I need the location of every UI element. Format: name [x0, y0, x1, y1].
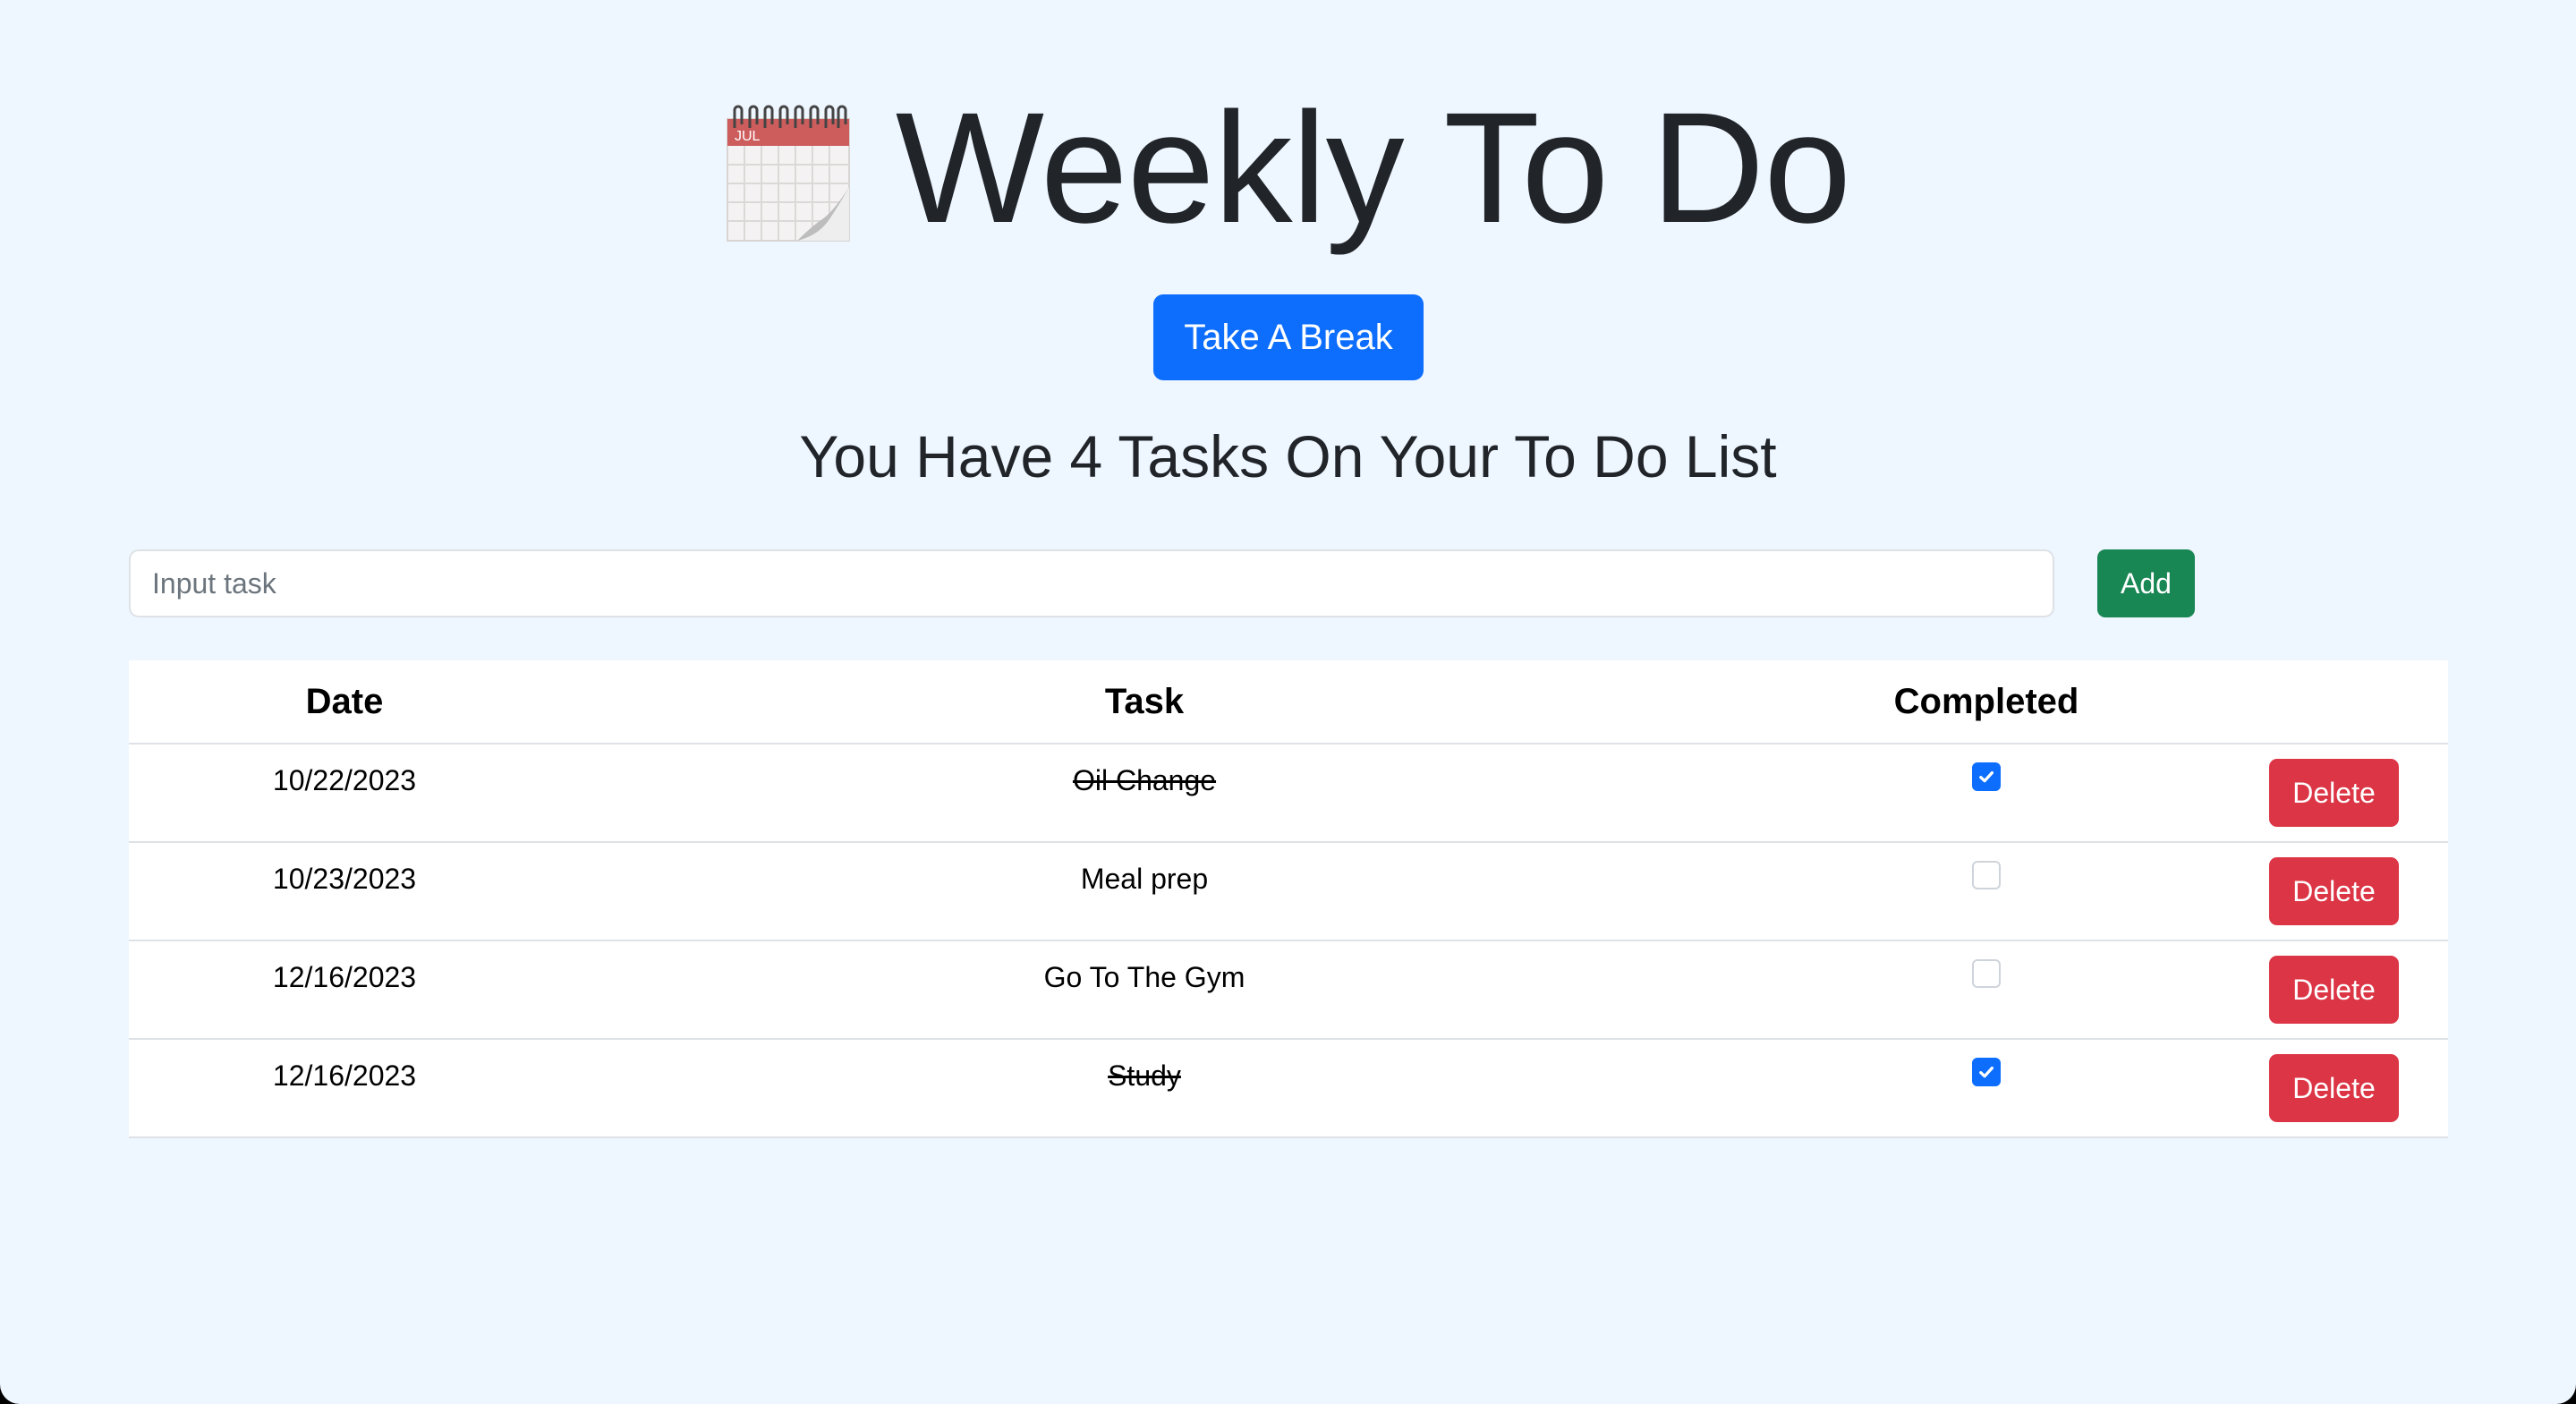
task-name: Oil Change [1072, 764, 1217, 796]
title-row: JUL Weekly To Do [0, 79, 2576, 258]
calendar-month-text: JUL [735, 129, 761, 144]
add-task-button[interactable]: Add [2097, 549, 2195, 617]
task-date: 10/22/2023 [272, 764, 417, 796]
task-table: Date Task Completed 10/22/2023 Oil Change… [129, 660, 2448, 1138]
column-header-task: Task [1104, 682, 1185, 721]
task-date: 12/16/2023 [272, 1059, 417, 1092]
delete-task-button[interactable]: Delete [2269, 759, 2399, 827]
delete-task-button[interactable]: Delete [2269, 956, 2399, 1024]
task-name: Study [1108, 1059, 1181, 1092]
completed-checkbox[interactable] [1972, 762, 2001, 791]
delete-task-button[interactable]: Delete [2269, 1054, 2399, 1122]
column-header-completed: Completed [1893, 682, 2079, 721]
row-divider [129, 1136, 2448, 1138]
page-title: Weekly To Do [895, 81, 1851, 256]
completed-checkbox[interactable] [1972, 959, 2001, 988]
delete-task-button[interactable]: Delete [2269, 857, 2399, 925]
completed-checkbox[interactable] [1972, 1058, 2001, 1086]
table-row: 10/22/2023 Oil Change Delete [129, 745, 2448, 843]
task-date: 10/23/2023 [272, 863, 417, 895]
task-input[interactable] [129, 549, 2054, 617]
calendar-icon: JUL [726, 101, 851, 243]
task-name: Meal prep [1080, 863, 1209, 895]
task-name: Go To The Gym [1043, 961, 1245, 993]
app-page: JUL Weekly To Do Take A Break You Have 4… [0, 0, 2576, 1404]
column-header-date: Date [305, 682, 384, 721]
table-row: 10/23/2023 Meal prep Delete [129, 843, 2448, 941]
take-a-break-button[interactable]: Take A Break [1153, 294, 1424, 380]
task-date: 12/16/2023 [272, 961, 417, 993]
task-count-summary: You Have 4 Tasks On Your To Do List [799, 423, 1777, 489]
table-row: 12/16/2023 Study Delete [129, 1040, 2448, 1138]
completed-checkbox[interactable] [1972, 861, 2001, 889]
table-row: 12/16/2023 Go To The Gym Delete [129, 941, 2448, 1040]
